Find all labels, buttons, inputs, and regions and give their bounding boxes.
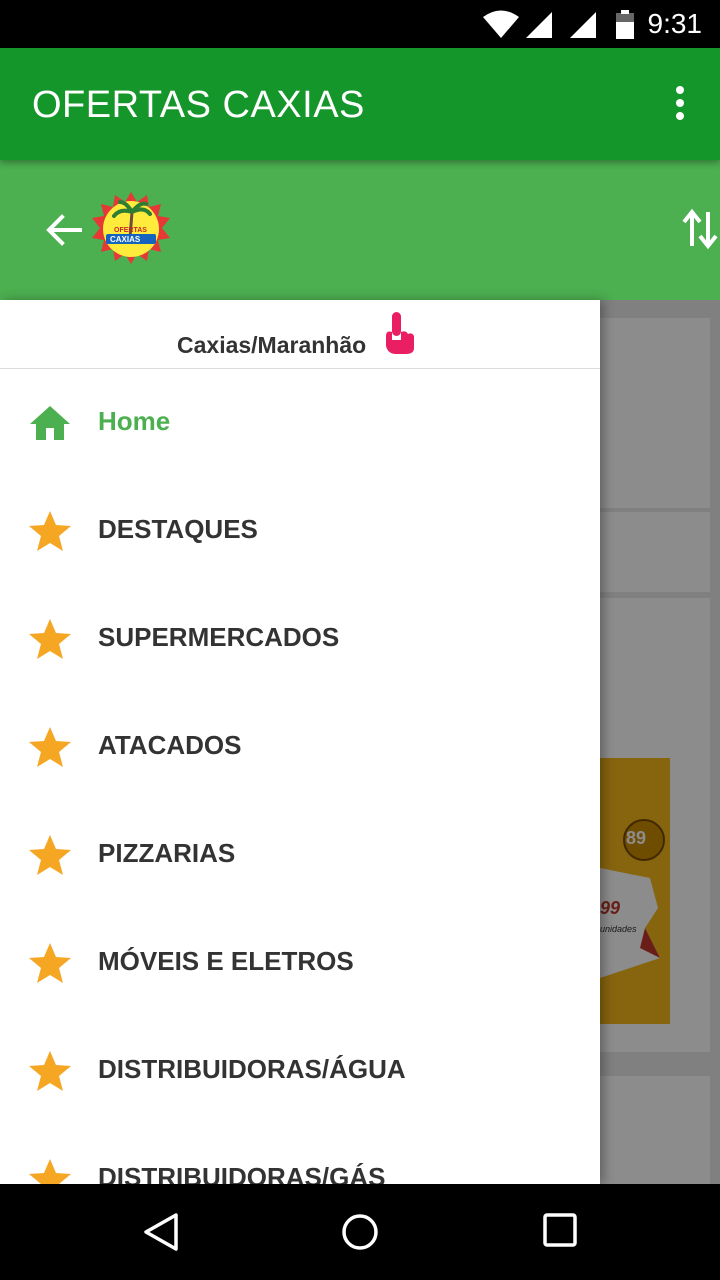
more-vert-icon[interactable] — [674, 86, 686, 126]
nav-back-icon[interactable] — [142, 1212, 180, 1252]
nav-item-distribuidoras-gas[interactable]: DISTRIBUIDORAS/GÁS — [0, 1124, 600, 1184]
star-icon — [29, 1159, 71, 1184]
app-bar: OFERTAS CAXIAS — [0, 48, 720, 160]
city-selector[interactable]: Caxias/Maranhão — [177, 332, 366, 359]
swap-vert-icon[interactable] — [682, 208, 718, 250]
nav-item-destaques[interactable]: DESTAQUES — [0, 476, 600, 584]
signal-icon — [526, 12, 552, 38]
star-icon — [29, 727, 71, 767]
drawer-header[interactable]: Caxias/Maranhão — [0, 300, 600, 369]
nav-item-label: SUPERMERCADOS — [98, 622, 340, 652]
wifi-icon — [483, 10, 519, 38]
signal-icon — [570, 12, 596, 38]
nav-item-label: MÓVEIS E ELETROS — [98, 946, 354, 976]
ofertas-caxias-logo: OFERTAS CAXIAS — [92, 192, 170, 270]
star-icon — [29, 943, 71, 983]
home-icon — [30, 406, 70, 440]
nav-item-label: PIZZARIAS — [98, 838, 236, 868]
nav-item-pizzarias[interactable]: PIZZARIAS — [0, 800, 600, 908]
navigation-drawer: Caxias/Maranhão Home DESTAQUES SUPERMERC… — [0, 300, 600, 1184]
touch-hand-icon — [386, 312, 414, 354]
star-icon — [29, 835, 71, 875]
nav-item-label: DISTRIBUIDORAS/ÁGUA — [98, 1054, 406, 1084]
nav-item-label: Home — [98, 406, 171, 436]
nav-home-icon[interactable] — [340, 1212, 380, 1252]
status-bar: 9:31 — [0, 0, 720, 48]
star-icon — [29, 511, 71, 551]
nav-item-atacados[interactable]: ATACADOS — [0, 692, 600, 800]
system-nav-bar — [0, 1184, 720, 1280]
status-time: 9:31 — [647, 8, 703, 39]
nav-item-label: DESTAQUES — [98, 514, 258, 544]
app-title: OFERTAS CAXIAS — [32, 84, 365, 126]
logo-text-bottom: CAXIAS — [110, 235, 141, 244]
star-icon — [29, 1051, 71, 1091]
nav-item-moveis-eletros[interactable]: MÓVEIS E ELETROS — [0, 908, 600, 1016]
nav-item-supermercados[interactable]: SUPERMERCADOS — [0, 584, 600, 692]
battery-icon — [616, 10, 634, 39]
nav-item-label: DISTRIBUIDORAS/GÁS — [98, 1162, 386, 1184]
logo-text-top: OFERTAS — [114, 227, 147, 234]
star-icon — [29, 619, 71, 659]
toolbar: OFERTAS CAXIAS — [0, 160, 720, 300]
nav-item-home[interactable]: Home — [0, 368, 600, 476]
arrow-back-icon[interactable] — [44, 210, 84, 250]
nav-item-distribuidoras-agua[interactable]: DISTRIBUIDORAS/ÁGUA — [0, 1016, 600, 1124]
nav-item-label: ATACADOS — [98, 730, 242, 760]
nav-recents-icon[interactable] — [542, 1212, 578, 1248]
